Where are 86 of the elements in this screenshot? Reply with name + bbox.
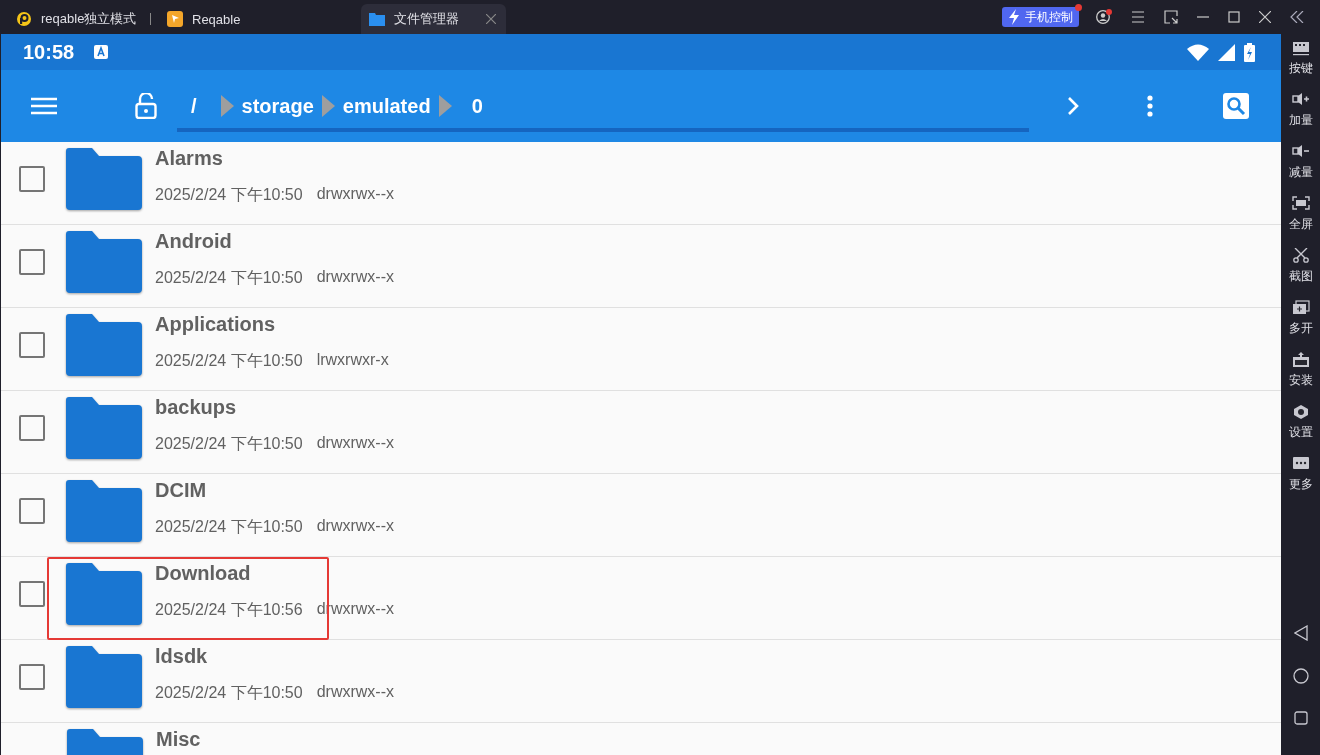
folder-icon bbox=[66, 480, 142, 542]
folder-icon bbox=[66, 646, 142, 708]
scissors-icon bbox=[1291, 248, 1310, 264]
folder-icon bbox=[66, 148, 142, 210]
file-name: Misc bbox=[156, 727, 201, 751]
file-permissions: lrwxrwxr-x bbox=[316, 351, 389, 370]
collapse-icon[interactable] bbox=[1290, 11, 1304, 23]
file-name: Alarms bbox=[155, 146, 224, 170]
file-date: 2025/2/24 下午10:50 bbox=[155, 517, 303, 537]
keyboard-icon bbox=[1291, 40, 1310, 56]
sidebar-button[interactable]: 加量 bbox=[1288, 92, 1313, 129]
file-permissions: drwxrwx--x bbox=[316, 683, 394, 702]
search-icon[interactable] bbox=[1223, 93, 1249, 119]
sidebar-button[interactable]: 多开 bbox=[1288, 300, 1313, 337]
maximize-icon[interactable] bbox=[1228, 11, 1240, 23]
app-logo-icon bbox=[167, 11, 183, 27]
sidebar-button[interactable]: 安装 bbox=[1288, 352, 1313, 389]
sidebar-button[interactable]: 设置 bbox=[1288, 404, 1313, 441]
folder-icon bbox=[66, 397, 142, 459]
file-name: ldsdk bbox=[155, 644, 209, 668]
file-name: DCIM bbox=[155, 478, 208, 502]
file-date: 2025/2/24 下午10:50 bbox=[155, 351, 303, 371]
volume-up-icon bbox=[1291, 92, 1310, 108]
window-plus-icon bbox=[1291, 300, 1310, 316]
more-icon[interactable] bbox=[1147, 95, 1153, 117]
sidebar-button[interactable]: 减量 bbox=[1288, 144, 1313, 181]
app-logo-icon bbox=[16, 11, 32, 27]
sidebar-button[interactable]: 按键 bbox=[1288, 40, 1313, 77]
battery-charging-icon bbox=[1244, 42, 1255, 62]
triangle-icon bbox=[438, 95, 452, 117]
file-date: 2025/2/24 下午10:56 bbox=[155, 600, 303, 620]
file-date: 2025/2/24 下午10:50 bbox=[155, 683, 303, 703]
file-permissions: drwxrwx--x bbox=[316, 268, 394, 287]
settings-icon bbox=[1291, 404, 1310, 420]
triangle-icon bbox=[321, 95, 335, 117]
apk-install-icon bbox=[1291, 352, 1310, 368]
file-name: Applications bbox=[155, 312, 276, 336]
checkbox[interactable] bbox=[19, 166, 45, 192]
file-name: backups bbox=[155, 395, 238, 419]
triangle-icon bbox=[220, 95, 234, 117]
unlocked-padlock-icon[interactable] bbox=[135, 93, 157, 119]
tab[interactable]: reqable独立模式 bbox=[0, 4, 150, 34]
more-icon bbox=[1291, 456, 1310, 472]
wifi-icon bbox=[1187, 43, 1209, 61]
recents-icon[interactable] bbox=[1293, 711, 1308, 725]
breadcrumb-link[interactable]: 0 bbox=[471, 94, 483, 118]
tab[interactable]: 文件管理器 bbox=[361, 4, 506, 34]
file-date: 2025/2/24 下午10:50 bbox=[155, 434, 303, 454]
file-permissions: drwxrwx--x bbox=[316, 185, 394, 204]
checkbox[interactable] bbox=[19, 498, 45, 524]
back-icon[interactable] bbox=[1293, 625, 1308, 641]
folder-icon bbox=[369, 12, 385, 26]
checkbox[interactable] bbox=[19, 415, 45, 441]
checkbox[interactable] bbox=[19, 332, 45, 358]
breadcrumb-link[interactable]: emulated bbox=[342, 94, 431, 118]
keyboard-a-icon bbox=[94, 45, 109, 59]
sidebar-button[interactable]: 更多 bbox=[1288, 456, 1313, 493]
folder-icon bbox=[66, 231, 142, 293]
file-date: 2025/2/24 下午10:50 bbox=[155, 268, 303, 288]
chevron-right-icon[interactable] bbox=[1067, 97, 1079, 115]
fullscreen-icon bbox=[1291, 196, 1310, 212]
lightning-icon bbox=[1008, 9, 1020, 25]
status-time: 10:58 bbox=[23, 40, 75, 64]
sidebar-button[interactable]: 截图 bbox=[1288, 248, 1313, 285]
breadcrumb-link[interactable]: / bbox=[191, 94, 197, 118]
file-name: Download bbox=[155, 561, 252, 585]
tab[interactable]: Reqable bbox=[151, 4, 301, 34]
signal-icon bbox=[1218, 43, 1235, 61]
file-permissions: drwxrwx--x bbox=[316, 434, 394, 453]
checkbox[interactable] bbox=[19, 249, 45, 275]
user-icon[interactable] bbox=[1096, 9, 1112, 25]
phone-control-button[interactable]: 手机控制 bbox=[1002, 7, 1079, 27]
window-resize-icon[interactable] bbox=[1164, 10, 1178, 24]
folder-icon bbox=[66, 314, 142, 376]
file-permissions: drwxrwx--x bbox=[316, 517, 394, 536]
sidebar-button[interactable]: 全屏 bbox=[1288, 196, 1313, 233]
folder-icon bbox=[66, 563, 142, 625]
checkbox[interactable] bbox=[19, 581, 45, 607]
checkbox[interactable] bbox=[19, 664, 45, 690]
home-icon[interactable] bbox=[1292, 668, 1309, 684]
close-icon[interactable] bbox=[1259, 11, 1271, 23]
breadcrumb-link[interactable]: storage bbox=[241, 94, 314, 118]
volume-down-icon bbox=[1291, 144, 1310, 160]
file-name: Android bbox=[155, 229, 233, 253]
menu-icon[interactable] bbox=[1131, 11, 1145, 23]
file-date: 2025/2/24 下午10:50 bbox=[155, 185, 303, 205]
